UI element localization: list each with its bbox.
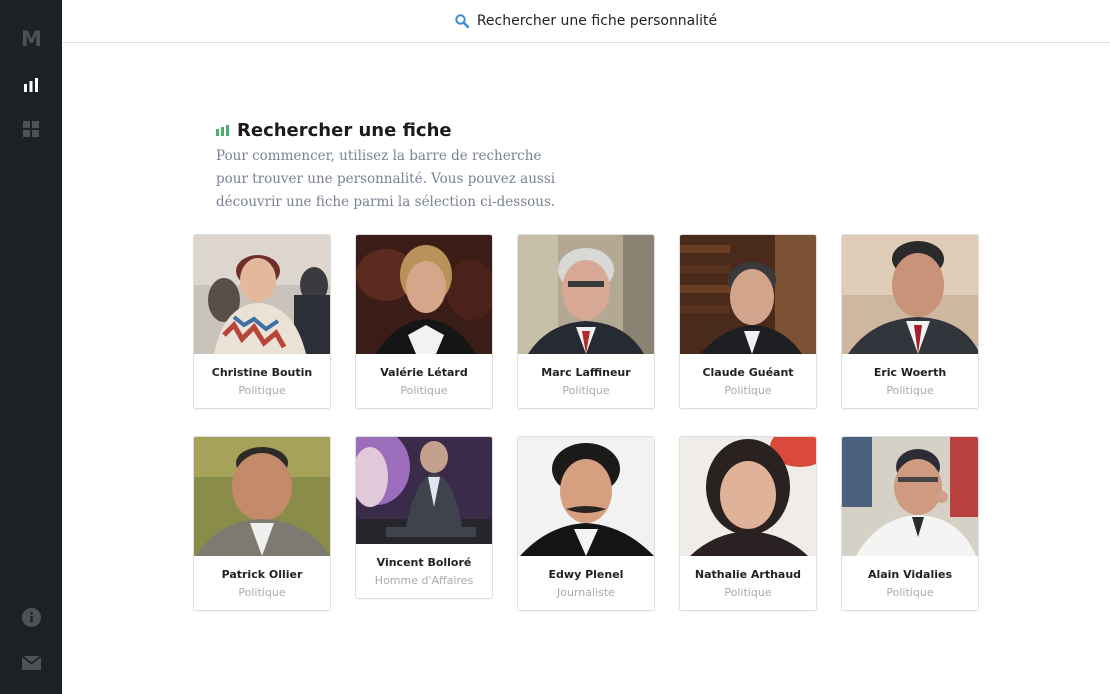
person-photo [680, 437, 816, 556]
person-name: Marc Laffineur [541, 366, 631, 379]
person-photo [842, 235, 978, 354]
info-button[interactable] [0, 595, 62, 639]
person-card[interactable]: Alain Vidalies Politique [841, 436, 979, 611]
chart-bars-icon [24, 78, 38, 92]
person-role: Politique [724, 384, 772, 397]
person-card[interactable]: Patrick Ollier Politique [193, 436, 331, 611]
person-photo [680, 235, 816, 354]
person-role: Politique [238, 586, 286, 599]
info-icon [21, 607, 41, 627]
grid-icon [23, 121, 39, 137]
person-photo [194, 437, 330, 556]
person-name: Valérie Létard [380, 366, 468, 379]
person-name: Vincent Bolloré [376, 556, 472, 569]
mail-icon [21, 656, 41, 670]
page-title-text: Rechercher une fiche [237, 120, 452, 141]
search-bar: Rechercher une fiche personnalité [62, 0, 1110, 43]
person-role: Journaliste [557, 586, 615, 599]
search-placeholder: Rechercher une fiche personnalité [476, 13, 718, 29]
intro-section: Rechercher une fiche Pour commencer, uti… [216, 120, 576, 214]
search-input[interactable]: Rechercher une fiche personnalité [455, 13, 717, 29]
person-card[interactable]: Claude Guéant Politique [679, 234, 817, 409]
chart-bars-icon [216, 125, 229, 136]
person-name: Alain Vidalies [867, 568, 953, 581]
person-photo [194, 235, 330, 354]
sidebar-item-grid[interactable] [0, 107, 62, 151]
person-name: Eric Woerth [873, 366, 947, 379]
search-icon [455, 14, 469, 28]
person-role: Politique [238, 384, 286, 397]
logo-text: M [21, 27, 42, 51]
person-name: Edwy Plenel [548, 568, 624, 581]
person-name: Nathalie Arthaud [694, 568, 802, 581]
sidebar-item-search[interactable] [0, 63, 62, 107]
person-photo [356, 437, 492, 544]
person-role: Politique [562, 384, 610, 397]
person-card[interactable]: Christine Boutin Politique [193, 234, 331, 409]
person-card[interactable]: Eric Woerth Politique [841, 234, 979, 409]
person-card[interactable]: Nathalie Arthaud Politique [679, 436, 817, 611]
contact-button[interactable] [0, 641, 62, 685]
logo[interactable]: M [0, 17, 62, 61]
person-name: Claude Guéant [702, 366, 794, 379]
person-photo [842, 437, 978, 556]
person-photo [356, 235, 492, 354]
page-title: Rechercher une fiche [216, 120, 576, 141]
intro-description: Pour commencer, utilisez la barre de rec… [216, 148, 556, 210]
person-name: Patrick Ollier [221, 568, 303, 581]
person-role: Politique [886, 384, 934, 397]
person-role: Politique [724, 586, 772, 599]
person-role: Politique [886, 586, 934, 599]
person-photo [518, 437, 654, 556]
person-card[interactable]: Vincent Bolloré Homme d'Affaires [355, 436, 493, 599]
person-role: Politique [400, 384, 448, 397]
person-card[interactable]: Marc Laffineur Politique [517, 234, 655, 409]
person-card[interactable]: Edwy Plenel Journaliste [517, 436, 655, 611]
person-photo [518, 235, 654, 354]
person-card[interactable]: Valérie Létard Politique [355, 234, 493, 409]
person-name: Christine Boutin [211, 366, 313, 379]
sidebar: M [0, 0, 62, 694]
person-role: Homme d'Affaires [374, 574, 474, 587]
